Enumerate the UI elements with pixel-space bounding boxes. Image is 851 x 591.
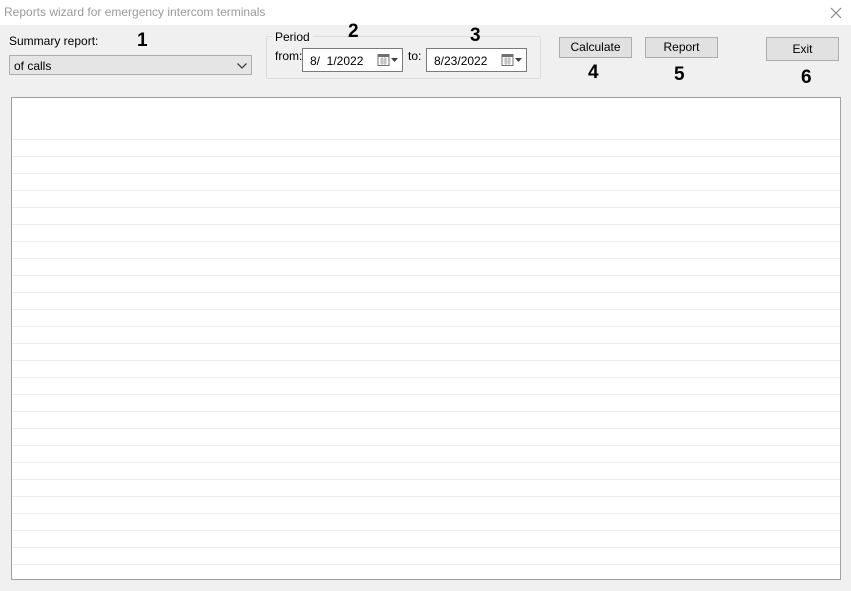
calendar-icon[interactable] — [501, 53, 523, 67]
summary-report-label: Summary report: — [9, 34, 99, 48]
close-button[interactable] — [821, 0, 851, 25]
report-row-line — [12, 343, 840, 344]
report-row-line — [12, 190, 840, 191]
report-row-line — [12, 224, 840, 225]
callout-4: 4 — [588, 62, 599, 83]
summary-report-value: of calls — [14, 59, 52, 73]
report-row-line — [12, 292, 840, 293]
close-icon — [830, 7, 842, 18]
report-row-line — [12, 411, 840, 412]
report-button[interactable]: Report — [645, 37, 718, 58]
report-row-line — [12, 360, 840, 361]
report-row-line — [12, 445, 840, 446]
from-date-value: 8/ 1/2022 — [310, 54, 364, 68]
title-bar: Reports wizard for emergency intercom te… — [0, 0, 851, 25]
report-row-line — [12, 428, 840, 429]
report-row-line — [12, 530, 840, 531]
window-title: Reports wizard for emergency intercom te… — [4, 5, 266, 19]
report-row-line — [12, 258, 840, 259]
callout-3: 3 — [470, 25, 481, 46]
report-row-line — [12, 462, 840, 463]
to-date-value: 8/23/2022 — [434, 54, 488, 68]
report-row-line — [12, 496, 840, 497]
summary-report-select[interactable]: of calls — [9, 55, 252, 75]
report-row-line — [12, 394, 840, 395]
callout-1: 1 — [137, 30, 148, 51]
report-row-line — [12, 275, 840, 276]
report-row-line — [12, 139, 840, 140]
from-date-picker[interactable]: 8/ 1/2022 — [302, 48, 403, 72]
chevron-down-icon — [237, 63, 247, 69]
calculate-button[interactable]: Calculate — [559, 37, 632, 58]
report-row-line — [12, 377, 840, 378]
report-row-line — [12, 479, 840, 480]
report-preview-area[interactable] — [11, 97, 841, 580]
report-row-line — [12, 547, 840, 548]
from-label: from: — [275, 49, 303, 63]
reports-wizard-window: Reports wizard for emergency intercom te… — [0, 0, 851, 591]
callout-2: 2 — [348, 21, 359, 42]
to-label: to: — [408, 49, 422, 63]
report-row-line — [12, 156, 840, 157]
report-row-line — [12, 173, 840, 174]
callout-6: 6 — [801, 67, 812, 88]
callout-5: 5 — [674, 64, 685, 85]
calendar-icon[interactable] — [377, 53, 399, 67]
report-row-line — [12, 207, 840, 208]
report-row-line — [12, 309, 840, 310]
exit-button[interactable]: Exit — [766, 37, 839, 61]
to-date-picker[interactable]: 8/23/2022 — [426, 48, 527, 72]
report-row-line — [12, 326, 840, 327]
report-row-line — [12, 241, 840, 242]
report-row-line — [12, 564, 840, 565]
report-row-line — [12, 513, 840, 514]
period-legend: Period — [272, 30, 313, 44]
